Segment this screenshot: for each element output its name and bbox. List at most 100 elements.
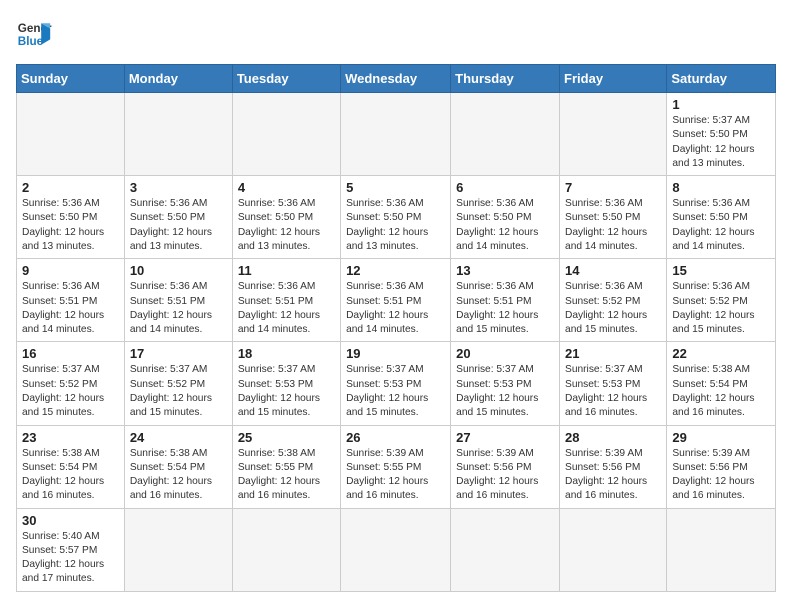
calendar-cell: 23 Sunrise: 5:38 AM Sunset: 5:54 PM Dayli… — [17, 425, 125, 508]
header: General Blue — [16, 16, 776, 52]
calendar-header-sunday: Sunday — [17, 65, 125, 93]
calendar-cell: 13Sunrise: 5:36 AM Sunset: 5:51 PM Dayli… — [451, 259, 560, 342]
calendar-cell: 27Sunrise: 5:39 AM Sunset: 5:56 PM Dayli… — [451, 425, 560, 508]
day-info: Sunrise: 5:36 AM Sunset: 5:51 PM Dayligh… — [130, 281, 212, 335]
day-number: 13 — [456, 263, 554, 278]
calendar-cell: 3 Sunrise: 5:36 AM Sunset: 5:50 PM Daylig… — [124, 176, 232, 259]
day-number: 7 — [565, 180, 661, 195]
day-number: 11 — [238, 263, 335, 278]
day-number: 29 — [672, 430, 770, 445]
calendar-cell: 17 Sunrise: 5:37 AM Sunset: 5:52 PM Dayli… — [124, 342, 232, 425]
day-info: Sunrise: 5:36 AM Sunset: 5:50 PM Dayligh… — [456, 198, 538, 252]
calendar-cell: 21Sunrise: 5:37 AM Sunset: 5:53 PM Dayli… — [560, 342, 667, 425]
day-number: 23 — [22, 430, 119, 445]
calendar-cell — [124, 93, 232, 176]
calendar-cell: 11 Sunrise: 5:36 AM Sunset: 5:51 PM Dayli… — [232, 259, 340, 342]
day-number: 19 — [346, 346, 445, 361]
calendar-cell: 19Sunrise: 5:37 AM Sunset: 5:53 PM Dayli… — [341, 342, 451, 425]
calendar-cell — [341, 508, 451, 591]
day-info: Sunrise: 5:37 AM Sunset: 5:50 PM Dayligh… — [672, 115, 754, 169]
logo: General Blue — [16, 16, 52, 52]
day-info: Sunrise: 5:36 AM Sunset: 5:50 PM Dayligh… — [22, 198, 104, 252]
day-info: Sunrise: 5:36 AM Sunset: 5:51 PM Dayligh… — [238, 281, 320, 335]
calendar-header-tuesday: Tuesday — [232, 65, 340, 93]
calendar-header-row: SundayMondayTuesdayWednesdayThursdayFrid… — [17, 65, 776, 93]
calendar-cell — [451, 93, 560, 176]
day-number: 27 — [456, 430, 554, 445]
day-number: 16 — [22, 346, 119, 361]
day-number: 12 — [346, 263, 445, 278]
calendar-cell: 18Sunrise: 5:37 AM Sunset: 5:53 PM Dayli… — [232, 342, 340, 425]
day-number: 5 — [346, 180, 445, 195]
calendar-cell: 22 Sunrise: 5:38 AM Sunset: 5:54 PM Dayli… — [667, 342, 776, 425]
day-info: Sunrise: 5:38 AM Sunset: 5:55 PM Dayligh… — [238, 448, 320, 502]
calendar-cell — [451, 508, 560, 591]
logo-icon: General Blue — [16, 16, 52, 52]
calendar-cell: 12 Sunrise: 5:36 AM Sunset: 5:51 PM Dayli… — [341, 259, 451, 342]
calendar-cell — [232, 93, 340, 176]
day-number: 20 — [456, 346, 554, 361]
day-number: 30 — [22, 513, 119, 528]
calendar-cell — [17, 93, 125, 176]
calendar-cell: 25 Sunrise: 5:38 AM Sunset: 5:55 PM Dayli… — [232, 425, 340, 508]
calendar-cell: 10 Sunrise: 5:36 AM Sunset: 5:51 PM Dayli… — [124, 259, 232, 342]
calendar-cell: 26Sunrise: 5:39 AM Sunset: 5:55 PM Dayli… — [341, 425, 451, 508]
day-info: Sunrise: 5:36 AM Sunset: 5:51 PM Dayligh… — [22, 281, 104, 335]
calendar-header-wednesday: Wednesday — [341, 65, 451, 93]
day-info: Sunrise: 5:36 AM Sunset: 5:50 PM Dayligh… — [238, 198, 320, 252]
calendar-cell: 14 Sunrise: 5:36 AM Sunset: 5:52 PM Dayli… — [560, 259, 667, 342]
day-info: Sunrise: 5:38 AM Sunset: 5:54 PM Dayligh… — [22, 448, 104, 502]
day-number: 25 — [238, 430, 335, 445]
day-number: 10 — [130, 263, 227, 278]
calendar-week-2: 2 Sunrise: 5:36 AM Sunset: 5:50 PM Daylig… — [17, 176, 776, 259]
day-number: 6 — [456, 180, 554, 195]
day-number: 28 — [565, 430, 661, 445]
day-info: Sunrise: 5:36 AM Sunset: 5:50 PM Dayligh… — [346, 198, 428, 252]
day-number: 3 — [130, 180, 227, 195]
calendar-cell — [560, 508, 667, 591]
day-info: Sunrise: 5:38 AM Sunset: 5:54 PM Dayligh… — [672, 364, 754, 418]
day-info: Sunrise: 5:36 AM Sunset: 5:51 PM Dayligh… — [346, 281, 428, 335]
calendar-cell: 20Sunrise: 5:37 AM Sunset: 5:53 PM Dayli… — [451, 342, 560, 425]
day-number: 2 — [22, 180, 119, 195]
calendar-cell: 8Sunrise: 5:36 AM Sunset: 5:50 PM Daylig… — [667, 176, 776, 259]
day-info: Sunrise: 5:40 AM Sunset: 5:57 PM Dayligh… — [22, 531, 104, 585]
calendar-week-1: 1Sunrise: 5:37 AM Sunset: 5:50 PM Daylig… — [17, 93, 776, 176]
day-number: 21 — [565, 346, 661, 361]
day-info: Sunrise: 5:39 AM Sunset: 5:55 PM Dayligh… — [346, 448, 428, 502]
day-number: 22 — [672, 346, 770, 361]
calendar-cell: 9Sunrise: 5:36 AM Sunset: 5:51 PM Daylig… — [17, 259, 125, 342]
calendar-cell — [667, 508, 776, 591]
svg-text:Blue: Blue — [18, 35, 44, 48]
calendar-cell: 6 Sunrise: 5:36 AM Sunset: 5:50 PM Daylig… — [451, 176, 560, 259]
calendar-cell: 30 Sunrise: 5:40 AM Sunset: 5:57 PM Dayli… — [17, 508, 125, 591]
day-info: Sunrise: 5:38 AM Sunset: 5:54 PM Dayligh… — [130, 448, 212, 502]
calendar-week-5: 23 Sunrise: 5:38 AM Sunset: 5:54 PM Dayli… — [17, 425, 776, 508]
calendar-cell: 7 Sunrise: 5:36 AM Sunset: 5:50 PM Daylig… — [560, 176, 667, 259]
calendar-cell: 4 Sunrise: 5:36 AM Sunset: 5:50 PM Daylig… — [232, 176, 340, 259]
day-info: Sunrise: 5:36 AM Sunset: 5:52 PM Dayligh… — [565, 281, 647, 335]
day-info: Sunrise: 5:37 AM Sunset: 5:52 PM Dayligh… — [22, 364, 104, 418]
calendar-week-6: 30 Sunrise: 5:40 AM Sunset: 5:57 PM Dayli… — [17, 508, 776, 591]
day-number: 4 — [238, 180, 335, 195]
day-info: Sunrise: 5:37 AM Sunset: 5:52 PM Dayligh… — [130, 364, 212, 418]
calendar-header-saturday: Saturday — [667, 65, 776, 93]
day-info: Sunrise: 5:36 AM Sunset: 5:50 PM Dayligh… — [130, 198, 212, 252]
calendar-header-friday: Friday — [560, 65, 667, 93]
calendar-cell: 24 Sunrise: 5:38 AM Sunset: 5:54 PM Dayli… — [124, 425, 232, 508]
day-info: Sunrise: 5:36 AM Sunset: 5:50 PM Dayligh… — [672, 198, 754, 252]
calendar-cell: 1Sunrise: 5:37 AM Sunset: 5:50 PM Daylig… — [667, 93, 776, 176]
calendar-week-3: 9Sunrise: 5:36 AM Sunset: 5:51 PM Daylig… — [17, 259, 776, 342]
calendar-cell — [124, 508, 232, 591]
calendar-cell: 28 Sunrise: 5:39 AM Sunset: 5:56 PM Dayli… — [560, 425, 667, 508]
day-info: Sunrise: 5:39 AM Sunset: 5:56 PM Dayligh… — [565, 448, 647, 502]
day-info: Sunrise: 5:36 AM Sunset: 5:50 PM Dayligh… — [565, 198, 647, 252]
day-number: 24 — [130, 430, 227, 445]
calendar-week-4: 16 Sunrise: 5:37 AM Sunset: 5:52 PM Dayli… — [17, 342, 776, 425]
day-number: 14 — [565, 263, 661, 278]
calendar: SundayMondayTuesdayWednesdayThursdayFrid… — [16, 64, 776, 592]
calendar-cell — [232, 508, 340, 591]
day-info: Sunrise: 5:39 AM Sunset: 5:56 PM Dayligh… — [672, 448, 754, 502]
day-number: 17 — [130, 346, 227, 361]
calendar-cell: 16 Sunrise: 5:37 AM Sunset: 5:52 PM Dayli… — [17, 342, 125, 425]
